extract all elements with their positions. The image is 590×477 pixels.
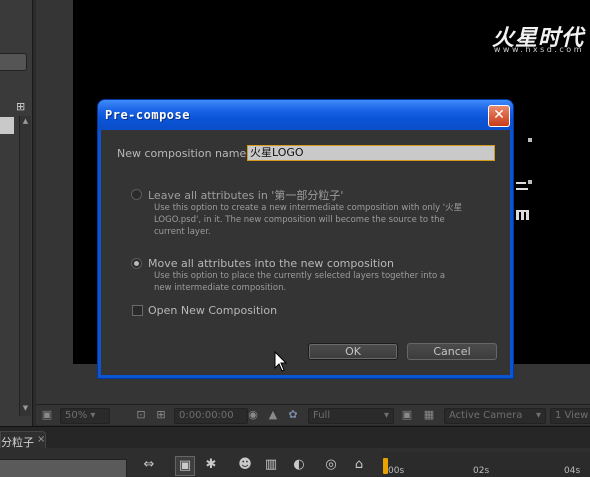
- grid-icon[interactable]: ⊞: [154, 408, 168, 422]
- graph-editor-icon[interactable]: ⌂: [350, 456, 368, 474]
- resolution-select[interactable]: Full ▾: [308, 408, 394, 424]
- timeline-tab-bar: 分粒子 ×: [0, 426, 590, 450]
- logo-fragment-shape: [516, 182, 529, 220]
- live-update-icon[interactable]: ▣: [175, 456, 195, 476]
- camera-value: Active Camera: [449, 410, 523, 421]
- color-channel-icon[interactable]: ✿: [286, 408, 300, 422]
- cancel-button[interactable]: Cancel: [407, 343, 497, 360]
- always-preview-icon[interactable]: ▣: [40, 408, 54, 422]
- composition-flowchart-icon[interactable]: ⇔: [140, 456, 158, 474]
- scroll-down-arrow-icon[interactable]: ▼: [21, 404, 30, 413]
- timeline-ruler[interactable]: 00s 02s 04s: [382, 452, 590, 476]
- motion-blur-icon[interactable]: ◐: [290, 456, 308, 474]
- dialog-title-bar[interactable]: Pre-compose ✕: [98, 100, 513, 130]
- selection-handle[interactable]: [528, 138, 532, 142]
- composition-name-label: New composition name:: [117, 147, 250, 160]
- project-list-item-selected[interactable]: [0, 117, 14, 134]
- frame-blending-icon[interactable]: ▥: [262, 456, 280, 474]
- watermark-url: www.hxsd.com: [493, 45, 584, 54]
- draft-3d-icon[interactable]: ✱: [202, 456, 220, 474]
- snapshot-icon[interactable]: ◉: [246, 408, 260, 422]
- close-icon: ✕: [493, 107, 505, 123]
- canvas-logo-fragment: [514, 170, 534, 230]
- resolution-value: Full: [313, 410, 331, 421]
- open-new-composition-checkbox[interactable]: [132, 305, 143, 316]
- shy-layers-icon[interactable]: ☻: [236, 456, 254, 474]
- move-attributes-description: Use this option to place the currently s…: [154, 271, 446, 293]
- composition-name-input[interactable]: 火星LOGO: [247, 145, 495, 161]
- show-snapshot-icon[interactable]: ▲: [266, 408, 280, 422]
- leave-attributes-description: Use this option to create a new intermed…: [154, 203, 463, 237]
- zoom-select[interactable]: 50% ▾: [60, 408, 110, 424]
- ruler-mark-1: 02s: [473, 466, 490, 476]
- viewer-footer-bar: ▣ 50% ▾ ⊡ ⊞ 0:00:00:00 ◉ ▲ ✿ Full ▾ ▣ ▦ A…: [36, 404, 590, 425]
- move-attributes-radio[interactable]: [131, 258, 142, 269]
- close-button[interactable]: ✕: [488, 105, 510, 127]
- ruler-mark-2: 04s: [564, 466, 581, 476]
- dialog-body: New composition name: 火星LOGO Leave all a…: [101, 130, 510, 375]
- playhead[interactable]: [383, 458, 388, 474]
- views-select[interactable]: 1 View: [550, 408, 590, 424]
- dialog-title: Pre-compose: [105, 108, 190, 122]
- ruler-mark-0: 00s: [388, 466, 405, 476]
- ok-button[interactable]: OK: [308, 343, 398, 360]
- mouse-cursor-icon: [274, 351, 288, 372]
- brand-watermark: 火星时代 www.hxsd.com: [458, 14, 584, 62]
- open-new-composition-label[interactable]: Open New Composition: [148, 304, 277, 317]
- flowchart-tree-icon[interactable]: ⊞: [16, 101, 30, 113]
- scroll-up-arrow-icon[interactable]: ▲: [21, 117, 30, 126]
- zoom-value: 50%: [65, 410, 88, 421]
- transparency-grid-icon[interactable]: ▦: [422, 408, 436, 422]
- tab-close-icon[interactable]: ×: [37, 434, 45, 445]
- leave-attributes-label[interactable]: Leave all attributes in '第一部分粒子': [148, 187, 343, 203]
- brainstorm-icon[interactable]: ◎: [322, 456, 340, 474]
- move-attributes-label[interactable]: Move all attributes into the new composi…: [148, 257, 394, 270]
- project-scrollbar[interactable]: ▲ ▼: [19, 116, 31, 416]
- camera-select[interactable]: Active Camera ▾: [444, 408, 546, 424]
- leave-attributes-radio[interactable]: [131, 189, 142, 200]
- project-search-field[interactable]: [0, 53, 27, 71]
- region-icon[interactable]: ⊡: [134, 408, 148, 422]
- region-of-interest-icon[interactable]: ▣: [400, 408, 414, 422]
- timecode-field[interactable]: 0:00:00:00: [174, 408, 248, 424]
- timeline-search-field[interactable]: [0, 459, 127, 477]
- precompose-dialog: Pre-compose ✕ New composition name: 火星LO…: [98, 100, 513, 378]
